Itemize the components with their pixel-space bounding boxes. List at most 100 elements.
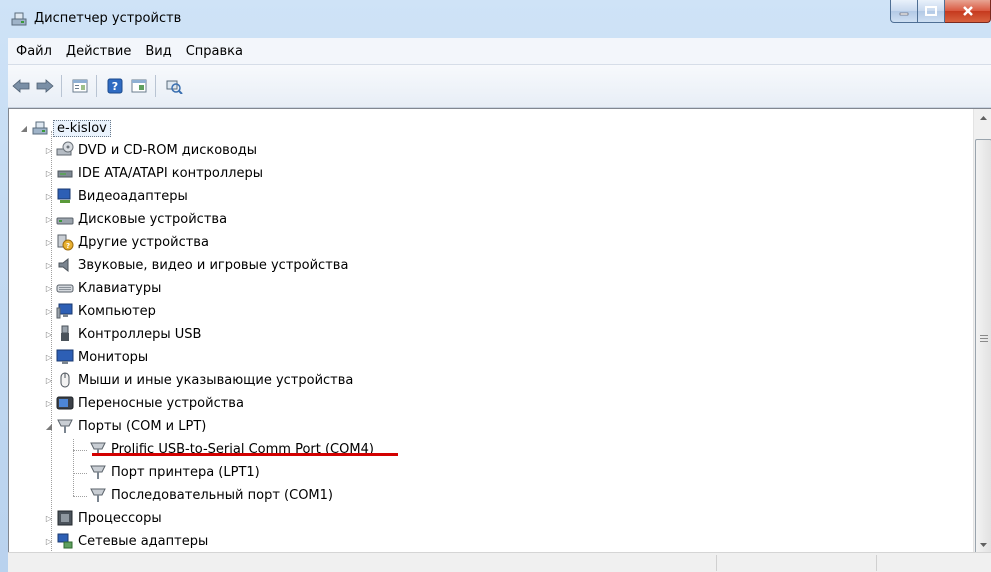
mouse-icon	[60, 372, 70, 388]
tree-item-label: Контроллеры USB	[78, 326, 202, 342]
svg-text:?: ?	[66, 242, 70, 250]
expand-arrow-icon[interactable]: ▷	[44, 237, 54, 247]
tree-item-label: Сетевые адаптеры	[78, 533, 209, 549]
help-button[interactable]: ?	[104, 75, 126, 97]
highlight-underline	[92, 453, 398, 456]
tree-item[interactable]: ▷ Клавиатуры	[44, 277, 161, 299]
collapse-arrow-icon[interactable]: ◢	[44, 421, 54, 431]
driver-button[interactable]	[128, 75, 150, 97]
properties-button[interactable]	[69, 75, 91, 97]
tree-item-label: Переносные устройства	[78, 395, 244, 411]
scrollbar-thumb[interactable]	[975, 139, 991, 553]
tree-item[interactable]: ▷ IDE ATA/ATAPI контроллеры	[44, 162, 263, 184]
scan-hardware-button[interactable]	[163, 75, 185, 97]
expand-arrow-icon[interactable]: ▷	[44, 283, 54, 293]
scroll-up-button[interactable]	[974, 109, 991, 126]
tree-item-label: Компьютер	[78, 303, 156, 319]
expand-arrow-icon[interactable]: ▷	[44, 214, 54, 224]
help-icon: ?	[107, 78, 123, 94]
menu-action[interactable]: Действие	[60, 44, 137, 59]
device-manager-icon	[11, 12, 27, 26]
menu-file[interactable]: Файл	[10, 44, 58, 59]
maximize-button[interactable]	[918, 0, 945, 23]
collapse-arrow-icon[interactable]: ◢	[19, 123, 29, 133]
tree-item[interactable]: ▷ Компьютер	[44, 300, 156, 322]
display-adapter-icon	[57, 188, 71, 203]
scroll-down-button[interactable]	[974, 536, 991, 553]
tree-connector	[73, 450, 87, 451]
scroll-down-icon	[979, 542, 987, 547]
device-tree-panel[interactable]: ◢ e-kislov ▷ DVD и CD-ROM дисководы ▷ ID…	[8, 108, 991, 553]
expand-arrow-icon[interactable]: ▷	[44, 375, 54, 385]
network-adapter-icon	[57, 533, 73, 549]
tree-item[interactable]: ▷ Контроллеры USB	[44, 323, 201, 345]
expand-arrow-icon[interactable]: ▷	[44, 306, 54, 316]
tree-item[interactable]: ▷ Мыши и иные указывающие устройства	[44, 369, 353, 391]
status-divider	[876, 555, 877, 571]
expand-arrow-icon[interactable]: ▷	[44, 145, 54, 155]
tree-connector	[73, 439, 74, 496]
menu-help[interactable]: Справка	[180, 44, 249, 59]
vertical-scrollbar[interactable]	[973, 109, 991, 553]
port-icon	[90, 465, 106, 479]
back-button[interactable]	[10, 75, 32, 97]
usb-icon	[61, 325, 69, 341]
tree-connector	[73, 496, 87, 497]
menu-view[interactable]: Вид	[139, 44, 177, 59]
tree-root[interactable]: ◢ e-kislov	[19, 117, 111, 139]
tree-item-label: Клавиатуры	[78, 280, 162, 296]
toolbar-separator	[155, 75, 156, 97]
expand-arrow-icon[interactable]: ▷	[44, 513, 54, 523]
toolbar-separator	[61, 75, 62, 97]
tree-child-item[interactable]: Последовательный порт (COM1)	[89, 484, 333, 506]
properties-icon	[72, 79, 88, 93]
title-bar[interactable]: Диспетчер устройств	[0, 0, 991, 38]
tree-item-label: Звуковые, видео и игровые устройства	[78, 257, 349, 273]
expand-arrow-icon[interactable]: ▷	[44, 329, 54, 339]
device-manager-window: Диспетчер устройств Файл Действие Вид Сп…	[0, 0, 991, 572]
portable-device-icon	[56, 396, 74, 410]
computer-icon	[56, 303, 73, 319]
tree-item[interactable]: ▷ Переносные устройства	[44, 392, 244, 414]
minimize-button[interactable]	[890, 0, 918, 23]
tree-item[interactable]: ▷ Мониторы	[44, 346, 148, 368]
tree-item-label: IDE ATA/ATAPI контроллеры	[78, 165, 264, 181]
tree-child-item[interactable]: Порт принтера (LPT1)	[89, 461, 260, 483]
tree-item[interactable]: ◢ Порты (COM и LPT)	[44, 415, 206, 437]
expand-arrow-icon[interactable]: ▷	[44, 536, 54, 546]
window-controls	[890, 0, 991, 24]
window-title: Диспетчер устройств	[34, 11, 182, 26]
maximize-icon	[925, 6, 937, 16]
scroll-up-icon	[979, 115, 987, 120]
toolbar: ?	[8, 65, 991, 108]
close-icon	[962, 6, 973, 16]
tree-child-label: Последовательный порт (COM1)	[111, 487, 333, 503]
forward-button[interactable]	[34, 75, 56, 97]
svg-text:?: ?	[112, 80, 118, 93]
expand-arrow-icon[interactable]: ▷	[44, 398, 54, 408]
tree-item[interactable]: ▷ Сетевые адаптеры	[44, 530, 208, 552]
processor-icon	[57, 510, 73, 526]
tree-item[interactable]: ▷ DVD и CD-ROM дисководы	[44, 139, 257, 161]
root-label: e-kislov	[53, 119, 111, 137]
driver-icon	[131, 79, 147, 93]
expand-arrow-icon[interactable]: ▷	[44, 260, 54, 270]
close-button[interactable]	[945, 0, 991, 23]
tree-item[interactable]: ▷ Процессоры	[44, 507, 162, 529]
port-icon	[57, 419, 73, 433]
back-icon	[12, 79, 30, 93]
forward-icon	[36, 79, 54, 93]
dvd-drive-icon	[56, 141, 74, 156]
tree-child-item[interactable]: Prolific USB-to-Serial Comm Port (COM4)	[89, 438, 374, 460]
expand-arrow-icon[interactable]: ▷	[44, 168, 54, 178]
tree-item-label: Дисковые устройства	[78, 211, 228, 227]
tree-item[interactable]: ▷ Звуковые, видео и игровые устройства	[44, 254, 348, 276]
expand-arrow-icon[interactable]: ▷	[44, 352, 54, 362]
tree-item-label: Мониторы	[78, 349, 149, 365]
tree-item[interactable]: ▷ Дисковые устройства	[44, 208, 227, 230]
tree-item[interactable]: ▷ ? Другие устройства	[44, 231, 209, 253]
expand-arrow-icon[interactable]: ▷	[44, 191, 54, 201]
tree-item[interactable]: ▷ Видеоадаптеры	[44, 185, 188, 207]
status-bar	[8, 552, 991, 572]
tree-connector	[73, 473, 87, 474]
